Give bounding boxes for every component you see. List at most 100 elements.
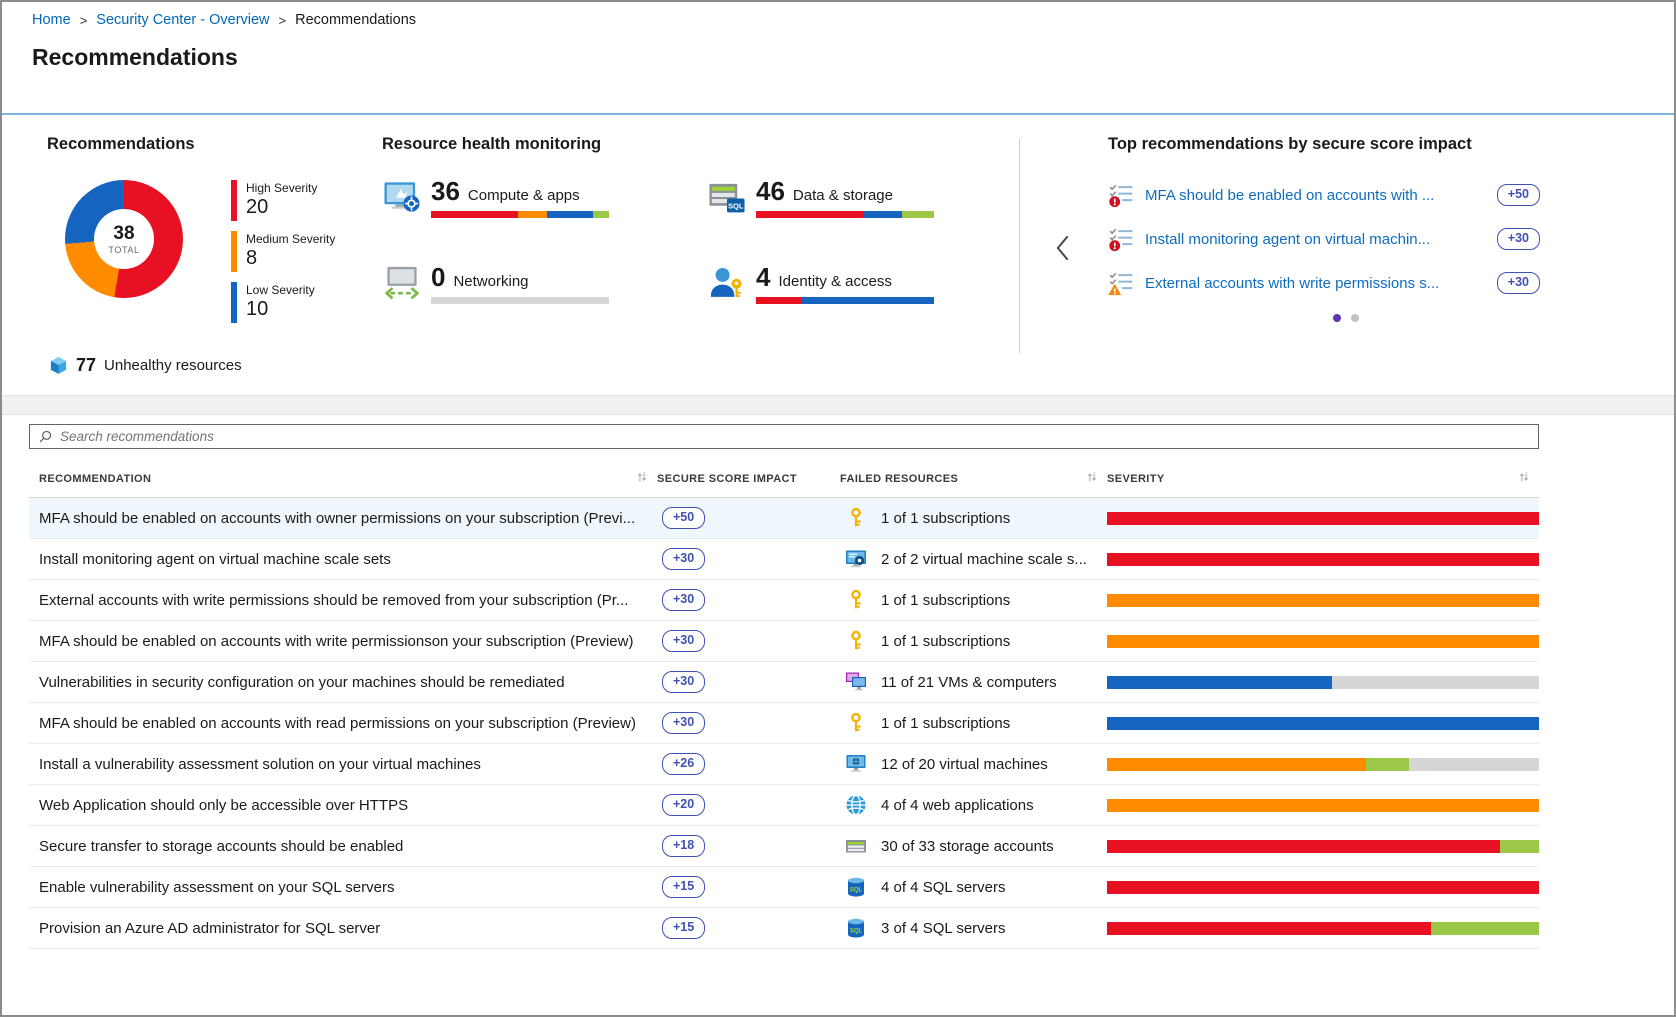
search-box[interactable]: [29, 424, 1539, 449]
table-row-1[interactable]: Install monitoring agent on virtual mach…: [29, 539, 1539, 580]
networking-icon: [382, 264, 422, 302]
secure-score-cell: +30: [657, 548, 840, 569]
donut-total-label: TOTAL: [108, 245, 139, 255]
column-header-recommendation[interactable]: RECOMMENDATION: [29, 471, 657, 486]
web-app-icon: [845, 794, 867, 816]
secure-score-cell: +18: [657, 835, 840, 856]
recommendations-chart-block: Recommendations 38 TOTAL High Severity20…: [47, 129, 382, 395]
failed-resources-text: 3 of 4 SQL servers: [881, 920, 1006, 937]
svg-text:SQL: SQL: [850, 888, 863, 894]
secure-score-badge: +18: [662, 835, 705, 856]
breadcrumb-overview-link[interactable]: Security Center - Overview: [96, 12, 269, 28]
table-row-4[interactable]: Vulnerabilities in security configuratio…: [29, 662, 1539, 703]
table-row-2[interactable]: External accounts with write permissions…: [29, 580, 1539, 621]
sort-icon[interactable]: [637, 471, 647, 486]
table-row-6[interactable]: Install a vulnerability assessment solut…: [29, 744, 1539, 785]
sql-icon: SQL: [845, 876, 867, 898]
severity-donut-chart[interactable]: 38 TOTAL: [65, 180, 183, 298]
table-row-5[interactable]: MFA should be enabled on accounts with r…: [29, 703, 1539, 744]
recommendation-cell: Vulnerabilities in security configuratio…: [29, 674, 657, 691]
checklist-warning-icon: [1108, 270, 1134, 296]
carousel-previous-button[interactable]: [1052, 231, 1073, 268]
key-icon: [845, 712, 867, 734]
legend-label: Low Severity: [246, 283, 315, 297]
secure-score-cell: +30: [657, 671, 840, 692]
health-count: 46: [756, 178, 785, 204]
failed-resources-text: 1 of 1 subscriptions: [881, 715, 1010, 732]
key-icon: [845, 630, 867, 652]
top-recommendation-item-2: External accounts with write permissions…: [1108, 270, 1540, 296]
failed-resources-text: 4 of 4 SQL servers: [881, 879, 1006, 896]
column-label: SEVERITY: [1107, 473, 1165, 485]
unhealthy-resources: 77 Unhealthy resources: [49, 355, 382, 376]
table-row-9[interactable]: Enable vulnerability assessment on your …: [29, 867, 1539, 908]
breadcrumb-home-link[interactable]: Home: [32, 12, 71, 28]
top-recommendation-link[interactable]: Install monitoring agent on virtual mach…: [1145, 231, 1486, 248]
identity-icon: [707, 264, 747, 302]
secure-score-badge: +30: [1497, 272, 1540, 293]
severity-cell: [1107, 881, 1539, 894]
breadcrumb-separator: >: [279, 13, 287, 28]
secure-score-badge: +26: [662, 753, 705, 774]
table-row-0[interactable]: MFA should be enabled on accounts with o…: [29, 498, 1539, 539]
legend-color-chip: [231, 231, 237, 272]
recommendation-cell: Enable vulnerability assessment on your …: [29, 879, 657, 896]
severity-cell: [1107, 512, 1539, 525]
column-label: SECURE SCORE IMPACT: [657, 473, 797, 485]
secure-score-cell: +30: [657, 630, 840, 651]
donut-center: 38 TOTAL: [94, 209, 154, 269]
legend-item-0: High Severity20: [231, 180, 335, 221]
page-title: Recommendations: [32, 44, 1644, 71]
secure-score-badge: +50: [662, 507, 705, 528]
unhealthy-count: 77: [76, 355, 96, 376]
health-item-1[interactable]: SQL46Data & storage: [707, 178, 942, 218]
distribution-bar: [1107, 512, 1539, 525]
failed-resources-cell: 2 of 2 virtual machine scale s...: [840, 548, 1107, 570]
health-label: Networking: [453, 273, 528, 290]
top-recommendations-block: Top recommendations by secure score impa…: [1020, 129, 1674, 395]
failed-resources-cell: 11 of 21 VMs & computers: [840, 671, 1107, 693]
health-item-2[interactable]: 0Networking: [382, 264, 617, 304]
table-row-7[interactable]: Web Application should only be accessibl…: [29, 785, 1539, 826]
top-recommendation-link[interactable]: External accounts with write permissions…: [1145, 275, 1486, 292]
column-label: FAILED RESOURCES: [840, 473, 958, 485]
secure-score-badge: +30: [662, 712, 705, 733]
sort-icon[interactable]: [1519, 471, 1529, 486]
column-header-failed-resources[interactable]: FAILED RESOURCES: [840, 471, 1107, 486]
recommendation-cell: External accounts with write permissions…: [29, 592, 657, 609]
carousel-dot-2[interactable]: [1351, 314, 1359, 322]
health-item-0[interactable]: 36Compute & apps: [382, 178, 617, 218]
legend-value: 8: [246, 247, 335, 270]
secure-score-cell: +20: [657, 794, 840, 815]
health-count: 4: [756, 264, 770, 290]
checklist-error-icon: [1108, 182, 1134, 208]
table-header: RECOMMENDATION SECURE SCORE IMPACT FAILED …: [29, 462, 1539, 498]
recommendation-cell: MFA should be enabled on accounts with o…: [29, 510, 657, 527]
table-row-3[interactable]: MFA should be enabled on accounts with w…: [29, 621, 1539, 662]
column-header-severity[interactable]: SEVERITY: [1107, 471, 1539, 486]
failed-resources-text: 30 of 33 storage accounts: [881, 838, 1054, 855]
distribution-bar: [756, 297, 934, 304]
recommendation-cell: Install a vulnerability assessment solut…: [29, 756, 657, 773]
table-row-8[interactable]: Secure transfer to storage accounts shou…: [29, 826, 1539, 867]
failed-resources-cell: 4 of 4 web applications: [840, 794, 1107, 816]
column-header-secure-score-impact[interactable]: SECURE SCORE IMPACT: [657, 471, 840, 486]
secure-score-cell: +15: [657, 917, 840, 938]
vm-computers-icon: [845, 671, 867, 693]
sort-icon[interactable]: [1087, 471, 1097, 486]
table-row-10[interactable]: Provision an Azure AD administrator for …: [29, 908, 1539, 949]
resource-health-grid: 36Compute & apps SQL46Data & storage 0Netw…: [382, 178, 1019, 304]
distribution-bar: [1107, 758, 1539, 771]
top-recommendation-link[interactable]: MFA should be enabled on accounts with .…: [1145, 187, 1486, 204]
carousel-dot-1[interactable]: [1333, 314, 1341, 322]
health-item-3[interactable]: 4Identity & access: [707, 264, 942, 304]
failed-resources-text: 1 of 1 subscriptions: [881, 510, 1010, 527]
column-label: RECOMMENDATION: [39, 473, 151, 485]
search-input[interactable]: [60, 425, 1529, 448]
search-icon: [39, 430, 52, 443]
page-header: Recommendations: [2, 38, 1674, 115]
section-title-recommendations: Recommendations: [47, 135, 382, 154]
secure-score-cell: +15: [657, 876, 840, 897]
vm-scale-set-icon: [845, 548, 867, 570]
sql-icon: SQL: [845, 917, 867, 939]
